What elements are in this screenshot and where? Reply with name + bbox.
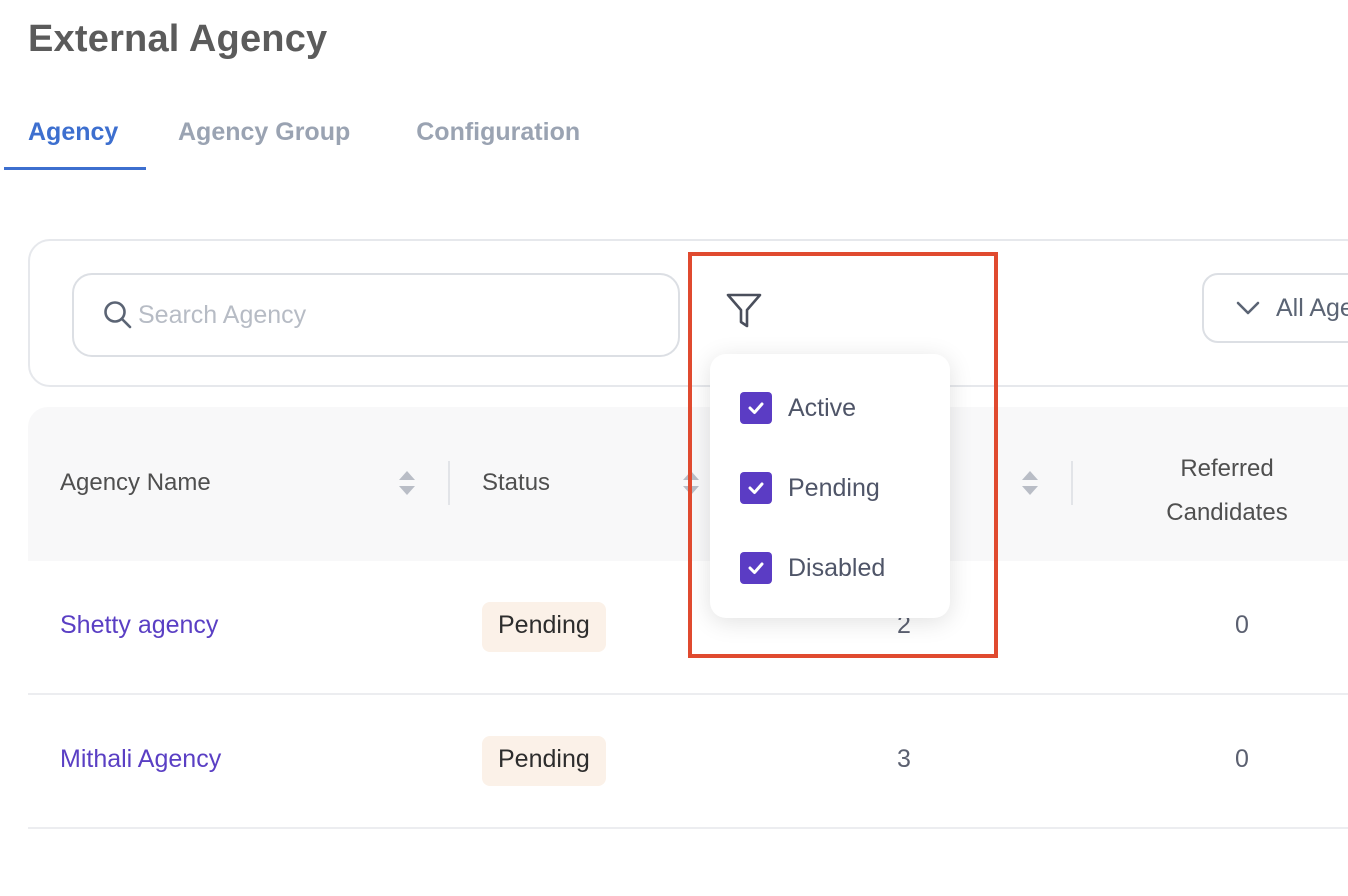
chevron-down-icon: [1236, 301, 1260, 315]
tab-bar: Agency Agency Group Configuration: [4, 108, 604, 170]
page: External Agency Agency Agency Group Conf…: [0, 0, 1348, 896]
table-header: Agency Name Status Referred Candidates: [28, 407, 1348, 561]
table-row: Shetty agency Pending 2 0: [28, 561, 1348, 695]
sort-icon[interactable]: [682, 469, 700, 497]
agency-select-label: All Age: [1276, 293, 1348, 322]
filter-option-label: Active: [788, 393, 857, 422]
column-header-status[interactable]: Status: [482, 469, 550, 497]
filter-option-disabled[interactable]: Disabled: [740, 550, 885, 590]
search-input[interactable]: [138, 277, 658, 353]
checkbox-checked[interactable]: [740, 552, 772, 584]
toolbar: All Age: [28, 239, 1348, 387]
tab-agency-group[interactable]: Agency Group: [162, 108, 374, 170]
filter-option-pending[interactable]: Pending: [740, 470, 880, 510]
column-header-agency-name[interactable]: Agency Name: [60, 469, 211, 497]
filter-option-active[interactable]: Active: [740, 390, 856, 430]
checkbox-checked[interactable]: [740, 392, 772, 424]
sort-icon[interactable]: [1021, 469, 1039, 497]
agency-name-link[interactable]: Shetty agency: [60, 611, 218, 640]
page-title: External Agency: [28, 18, 328, 60]
sort-icon[interactable]: [398, 469, 416, 497]
search-icon: [104, 301, 132, 329]
column-header-referred-candidates[interactable]: Referred Candidates: [1156, 447, 1298, 535]
filter-option-label: Disabled: [788, 553, 886, 582]
column-separator: [1071, 461, 1073, 505]
filter-option-label: Pending: [788, 473, 880, 502]
referred-candidates-cell: 0: [1235, 611, 1249, 639]
checkbox-checked[interactable]: [740, 472, 772, 504]
referred-candidates-cell: 0: [1235, 745, 1249, 773]
column-separator: [448, 461, 450, 505]
checkmark-icon: [748, 482, 764, 494]
tab-agency[interactable]: Agency: [4, 108, 146, 170]
checkmark-icon: [748, 402, 764, 414]
status-filter-menu: Active Pending Disabled: [710, 354, 950, 618]
table-row: Mithali Agency Pending 3 0: [28, 695, 1348, 829]
status-badge: Pending: [482, 736, 606, 786]
count-cell: 3: [897, 745, 911, 773]
status-badge: Pending: [482, 602, 606, 652]
filter-icon[interactable]: [724, 288, 764, 332]
checkmark-icon: [748, 562, 764, 574]
agency-select[interactable]: All Age: [1202, 273, 1348, 343]
tab-configuration[interactable]: Configuration: [390, 108, 604, 170]
agency-name-link[interactable]: Mithali Agency: [60, 745, 221, 774]
search-box[interactable]: [72, 273, 680, 357]
